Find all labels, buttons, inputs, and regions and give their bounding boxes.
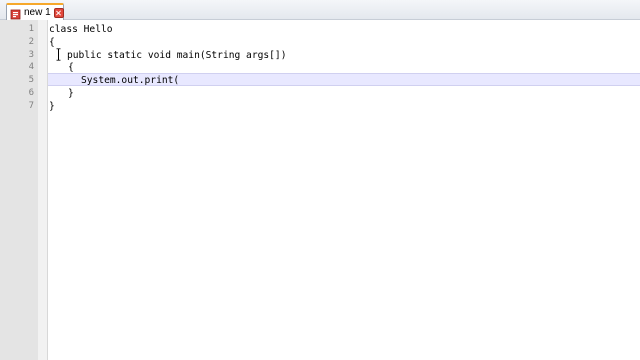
line-number: 5 [28,75,34,85]
code-line[interactable]: { [68,61,74,74]
tab-bar: new 1 [0,0,640,20]
close-icon[interactable] [53,7,64,18]
code-line[interactable]: } [49,100,55,113]
line-number: 2 [28,37,34,47]
code-line[interactable]: } [68,87,74,100]
code-text-area[interactable]: class Hello { public static void main(St… [48,20,640,360]
code-line[interactable]: { [49,36,55,49]
file-icon [10,7,21,20]
line-number-gutter: 1 2 3 4 5 6 7 [0,20,38,360]
line-number: 4 [28,62,34,72]
text-cursor-icon [56,48,61,61]
editor-window: new 1 1 2 3 4 5 6 7 class Hello { public… [0,0,640,360]
fold-margin[interactable] [38,20,48,360]
code-line[interactable]: public static void main(String args[]) [67,49,287,62]
tab-new-1[interactable]: new 1 [6,3,64,20]
line-number: 7 [28,101,34,111]
code-line[interactable]: System.out.print( [81,74,179,87]
line-number: 1 [28,24,34,34]
code-editor[interactable]: 1 2 3 4 5 6 7 class Hello { public stati… [0,20,640,360]
code-line[interactable]: class Hello [49,23,113,36]
tab-label: new 1 [24,7,51,18]
line-number: 6 [28,88,34,98]
